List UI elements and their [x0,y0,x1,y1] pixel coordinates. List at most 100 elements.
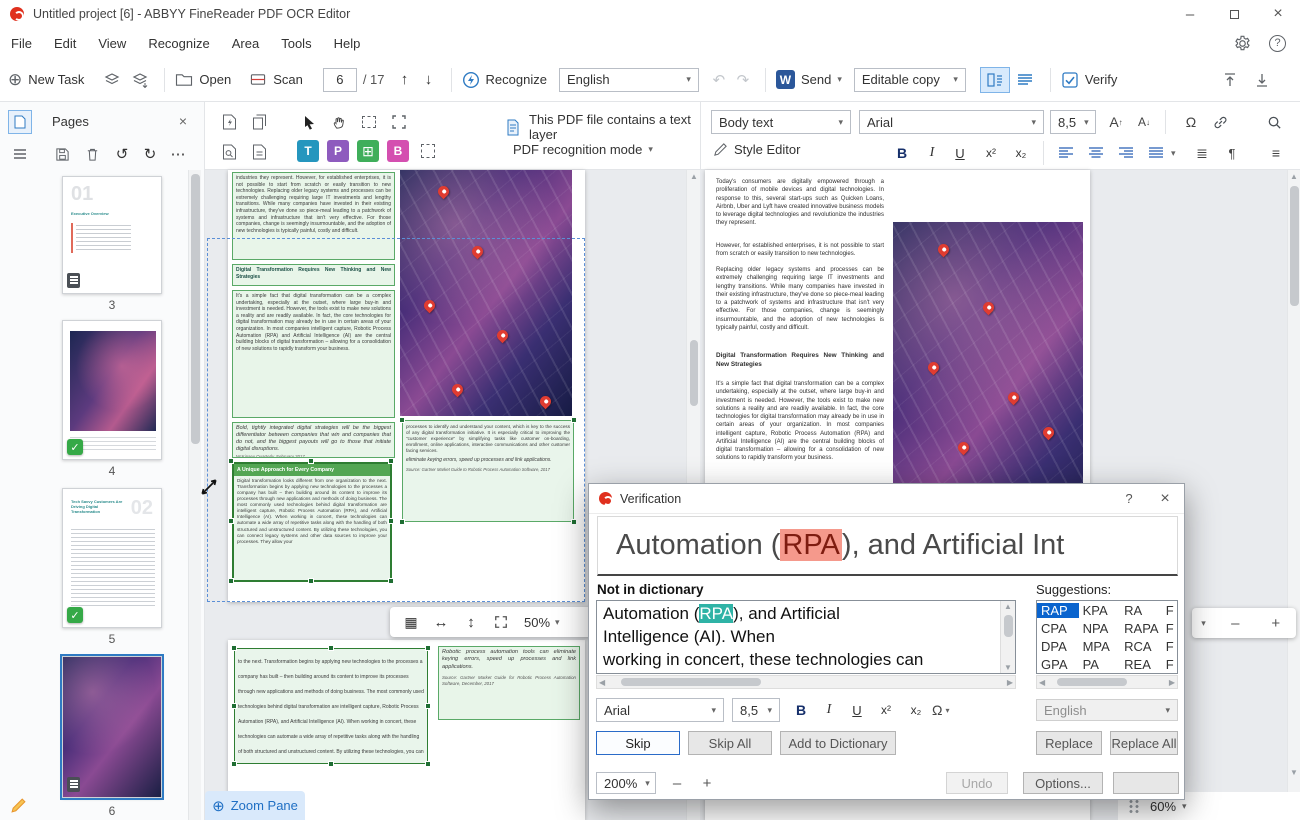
maximize-button[interactable] [1212,0,1256,28]
skip-button[interactable]: Skip [596,731,680,755]
save-pages-icon[interactable] [50,142,74,166]
view-text-only-toggle[interactable] [1010,67,1040,93]
suggestion-selected[interactable]: RAP [1037,602,1079,618]
adjust-borders-tool-icon[interactable] [417,140,439,162]
pages-view-thumbnails-icon[interactable] [8,110,32,134]
selection-rectangle[interactable] [207,238,585,602]
page-thumbnail[interactable]: 01 Executive Overview [62,176,162,294]
output-format-select[interactable]: Editable copy ▾ [853,67,966,92]
page-settings-icon[interactable] [247,140,271,164]
export-down-icon[interactable] [1254,72,1270,88]
suggestions-list[interactable]: RAP KPA RA F CPA NPA RAPA F DPA MPA RCA … [1036,600,1178,674]
align-center-icon[interactable] [1083,140,1109,166]
pages-panel-close-icon[interactable]: × [172,110,194,132]
new-task-button[interactable]: ⊕ New Task [8,71,84,88]
page-thumbnail[interactable]: 02 Tech Savvy Customers Are Driving Digi… [62,488,162,628]
fit-page-icon[interactable] [488,610,514,634]
export-up-icon[interactable] [1222,72,1238,88]
line-spacing-icon[interactable]: ≣ [1189,140,1215,166]
suggestion-row[interactable]: RAP KPA RA F [1037,601,1177,619]
marquee-move-tool-icon[interactable] [357,110,381,134]
superscript-icon[interactable]: x² [977,140,1005,166]
skip-all-button[interactable]: Skip All [688,731,772,755]
fit-width-icon[interactable]: ↔ [428,610,454,634]
undo-icon[interactable]: ↶ [707,68,731,92]
layers-icon[interactable] [98,66,126,94]
verify-button[interactable]: Verify [1061,71,1117,89]
ocr-block[interactable]: Robotic process automation tools can eli… [438,646,580,720]
font-size-select[interactable]: 8,5 ▾ [1050,110,1096,134]
dialog-italic-icon[interactable]: I [816,698,842,722]
search-icon[interactable] [1261,110,1287,134]
dialog-zoom-select[interactable]: 200% ▾ [596,772,656,794]
delete-page-icon[interactable] [80,142,104,166]
dialog-subscript-icon[interactable]: x₂ [902,698,930,722]
fit-pages-icon[interactable]: ▦ [398,610,424,634]
dialog-superscript-icon[interactable]: x² [872,698,900,722]
select-tool-icon[interactable] [297,110,321,134]
crop-tool-icon[interactable] [387,110,411,134]
rotate-left-icon[interactable]: ↺ [110,142,134,166]
paragraph-marks-icon[interactable]: ¶ [1219,140,1245,166]
read-area-icon[interactable] [217,140,241,164]
menu-view[interactable]: View [87,28,137,58]
menu-file[interactable]: File [0,28,43,58]
suggestion-row[interactable]: CPA NPA RAPA F [1037,619,1177,637]
options-button[interactable]: Options... [1023,772,1103,794]
add-to-dictionary-button[interactable]: Add to Dictionary [780,731,896,755]
undo-button[interactable]: Undo [946,772,1008,794]
italic-icon[interactable]: I [919,140,945,166]
feedback-pencil-icon[interactable] [10,797,27,814]
page-thumbnail[interactable]: ✓ [62,320,162,460]
image-zoom-select[interactable]: 50% ▾ [524,615,560,630]
view-image-text-toggle[interactable] [979,66,1010,93]
text-scrollbar[interactable]: ▲ ▼ [1287,170,1300,820]
layers-export-icon[interactable] [126,66,154,94]
menu-area[interactable]: Area [221,28,270,58]
menu-edit[interactable]: Edit [43,28,87,58]
main-zoom-select[interactable]: 60% ▾ [1150,799,1187,814]
chevron-down-icon[interactable]: ▾ [1171,148,1176,159]
dialog-underline-icon[interactable]: U [844,698,870,722]
menu-recognize[interactable]: Recognize [137,28,220,58]
dialog-special-character-icon[interactable]: Ω ▾ [932,698,949,722]
menu-tools[interactable]: Tools [270,28,322,58]
bold-icon[interactable]: B [889,140,915,166]
page-thumbnail-selected[interactable] [60,654,164,800]
suggestion-row[interactable]: GPA PA REA F [1037,655,1177,673]
align-justify-icon[interactable] [1143,140,1169,166]
text-area-tool-icon[interactable]: T [297,140,319,162]
next-page-icon[interactable]: ↓ [417,68,441,92]
rotate-right-icon[interactable]: ↻ [138,142,162,166]
editor-vertical-scrollbar[interactable]: ▲ ▼ [1000,601,1015,673]
image-area-tool-icon[interactable]: P [327,140,349,162]
resize-grip[interactable] [1128,799,1140,813]
dialog-language-select[interactable]: English ▾ [1036,699,1178,721]
previous-page-icon[interactable]: ↑ [393,68,417,92]
close-button[interactable]: × [1256,0,1300,28]
table-area-tool-icon[interactable]: ⊞ [357,140,379,162]
formatting-options-icon[interactable]: ≡ [1263,140,1289,166]
decrease-font-icon[interactable]: A ↓ [1131,110,1157,134]
analyze-page-icon[interactable] [217,110,241,134]
dialog-zoom-out-icon[interactable]: – [665,772,689,794]
align-left-icon[interactable] [1053,140,1079,166]
verification-text-editor[interactable]: Automation (RPA), and Artificial Intelli… [596,600,1016,674]
dialog-bold-icon[interactable]: B [788,698,814,722]
redo-icon[interactable]: ↷ [731,68,755,92]
settings-gear-icon[interactable] [1234,35,1251,52]
fit-height-icon[interactable]: ↕ [458,610,484,634]
page-number-input[interactable]: 6 [322,67,357,92]
dialog-font-select[interactable]: Arial ▾ [596,698,724,722]
increase-font-icon[interactable]: A ↑ [1103,110,1129,134]
subscript-icon[interactable]: x₂ [1007,140,1035,166]
replace-all-button[interactable]: Replace All [1110,731,1178,755]
open-button[interactable]: Open [175,72,231,87]
replace-button[interactable]: Replace [1036,731,1102,755]
hyperlink-icon[interactable] [1207,110,1233,134]
background-area-tool-icon[interactable]: B [387,140,409,162]
pages-view-list-icon[interactable] [8,142,32,166]
send-button[interactable]: W Send ▾ [775,70,842,89]
style-editor-button[interactable]: Style Editor [713,142,800,157]
pdf-recognition-mode-button[interactable]: PDF recognition mode ▾ [513,142,653,157]
